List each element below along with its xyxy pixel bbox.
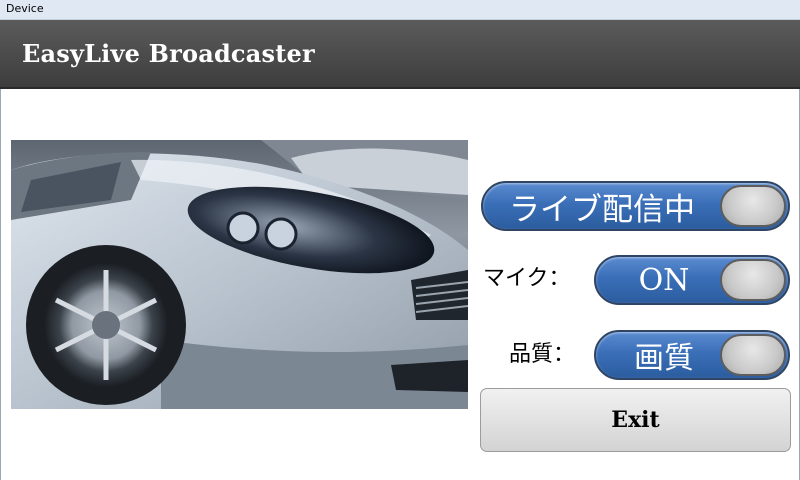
window-title: Device: [6, 2, 44, 15]
quality-toggle-value: 画質: [634, 341, 694, 376]
app-title: EasyLive Broadcaster: [22, 39, 315, 68]
quality-label: 品質：: [509, 342, 576, 367]
quality-toggle[interactable]: 画質: [594, 330, 790, 380]
mic-toggle[interactable]: ON: [594, 255, 790, 305]
live-broadcast-label: ライブ配信中: [509, 191, 695, 228]
window-titlebar: Device: [0, 0, 800, 20]
exit-button[interactable]: Exit: [480, 388, 791, 452]
live-broadcast-toggle[interactable]: ライブ配信中: [481, 181, 790, 231]
mic-toggle-value: ON: [638, 262, 690, 298]
mic-toggle-knob[interactable]: [720, 259, 786, 301]
quality-toggle-knob[interactable]: [720, 334, 786, 376]
car-photo: [11, 140, 468, 409]
live-broadcast-toggle-knob[interactable]: [720, 185, 786, 227]
camera-preview: [11, 140, 468, 409]
mic-label: マイク：: [483, 266, 571, 291]
app-header: EasyLive Broadcaster: [0, 20, 800, 89]
